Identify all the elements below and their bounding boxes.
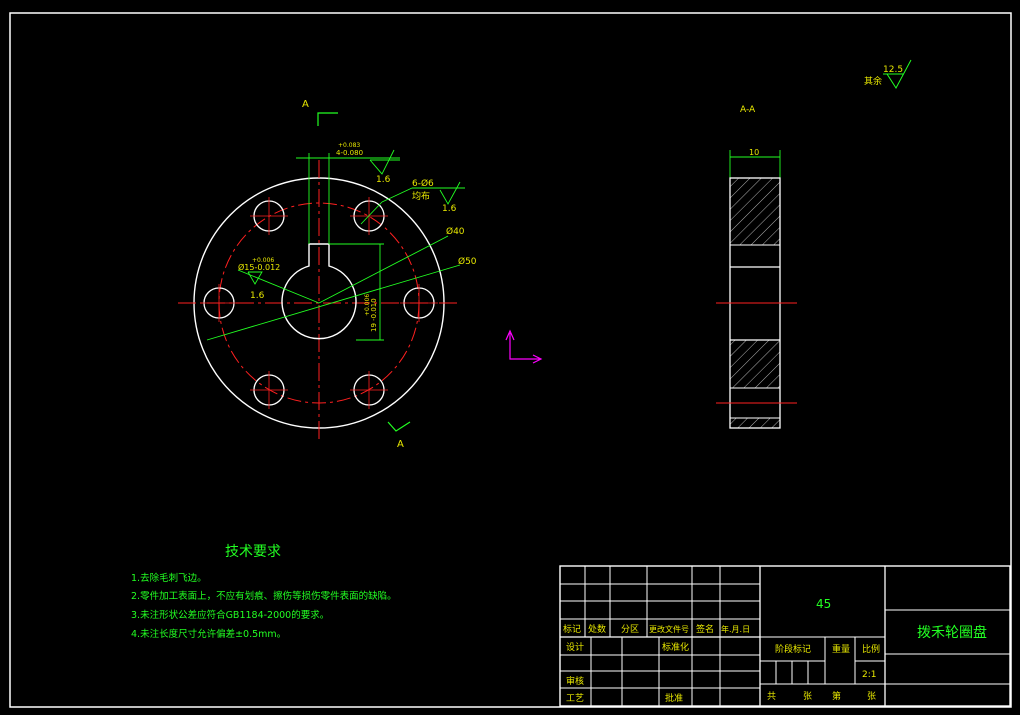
sheets-label: 张 — [803, 691, 812, 702]
total-label: 共 — [767, 691, 776, 702]
ucs-icon — [505, 329, 543, 364]
drawing-canvas: A A +0.083 4-0.080 1.6 6-Ø6 均布 1.6 Ø40 Ø… — [9, 12, 1012, 708]
rev-header: 更改文件号 — [649, 624, 689, 634]
hole-roughness: 1.6 — [442, 204, 457, 214]
section-mark-bottom: A — [397, 439, 404, 450]
sheet2-label: 张 — [867, 691, 876, 702]
section-view: A-A 10 — [716, 105, 797, 429]
keyway-roughness: 1.6 — [376, 175, 391, 185]
hatch-middle — [729, 339, 781, 389]
part-name: 拨禾轮圈盘 — [917, 624, 987, 641]
keyway-width-tol: +0.083 — [338, 142, 360, 149]
front-view: A A +0.083 4-0.080 1.6 6-Ø6 均布 1.6 Ø40 Ø… — [178, 99, 477, 450]
hatch-top — [729, 177, 781, 246]
scale-label: 比例 — [862, 643, 880, 655]
rev-header: 年.月.日 — [721, 624, 750, 634]
bore-label: Ø15-0.012 — [238, 262, 280, 272]
keyway-width-label: 4-0.080 — [336, 149, 363, 157]
stage-mark-label: 阶段标记 — [775, 643, 811, 655]
section-marks — [317, 112, 411, 432]
weight-label: 重量 — [832, 643, 850, 655]
material: 45 — [816, 597, 831, 611]
approve-label: 批准 — [665, 692, 683, 704]
tech-item: 3.未注形状公差应符合GB1184-2000的要求。 — [131, 609, 329, 621]
drawing-border — [9, 12, 1012, 708]
d50-label: Ø50 — [458, 256, 477, 267]
scale-value: 2:1 — [862, 670, 876, 680]
d40-label: Ø40 — [446, 226, 465, 237]
design-label: 设计 — [566, 641, 584, 653]
hole-callout-sub: 均布 — [412, 190, 430, 202]
key-depth-tol: +0.006 — [364, 294, 371, 316]
hatch-bottom — [729, 417, 781, 429]
rev-header: 处数 — [588, 623, 606, 635]
process-label: 工艺 — [566, 693, 584, 704]
bore-roughness: 1.6 — [250, 291, 265, 301]
tech-requirements: 技术要求 1.去除毛刺飞边。 2.零件加工表面上，不应有划痕、擦伤等损伤零件表面… — [131, 544, 397, 640]
roughness-other-label: 其余 — [864, 75, 882, 87]
page-label: 第 — [832, 690, 841, 702]
tech-item: 2.零件加工表面上，不应有划痕、擦伤等损伤零件表面的缺陷。 — [131, 590, 397, 602]
roughness-note: 其余 12.5 — [864, 59, 912, 89]
standardize-label: 标准化 — [662, 641, 689, 653]
rev-header: 标记 — [563, 623, 581, 635]
key-depth-label: 19 -0.010 — [370, 298, 378, 332]
review-label: 审核 — [566, 675, 584, 687]
section-title: A-A — [740, 105, 756, 115]
rev-header: 签名 — [696, 623, 714, 635]
tech-item: 1.去除毛刺飞边。 — [131, 572, 207, 584]
rev-header: 分区 — [621, 624, 639, 635]
hole-callout: 6-Ø6 — [412, 178, 434, 189]
thickness-label: 10 — [749, 148, 759, 157]
tech-item: 4.未注长度尺寸允许偏差±0.5mm。 — [131, 628, 286, 640]
section-mark-top: A — [302, 99, 309, 110]
tech-title: 技术要求 — [225, 544, 281, 560]
